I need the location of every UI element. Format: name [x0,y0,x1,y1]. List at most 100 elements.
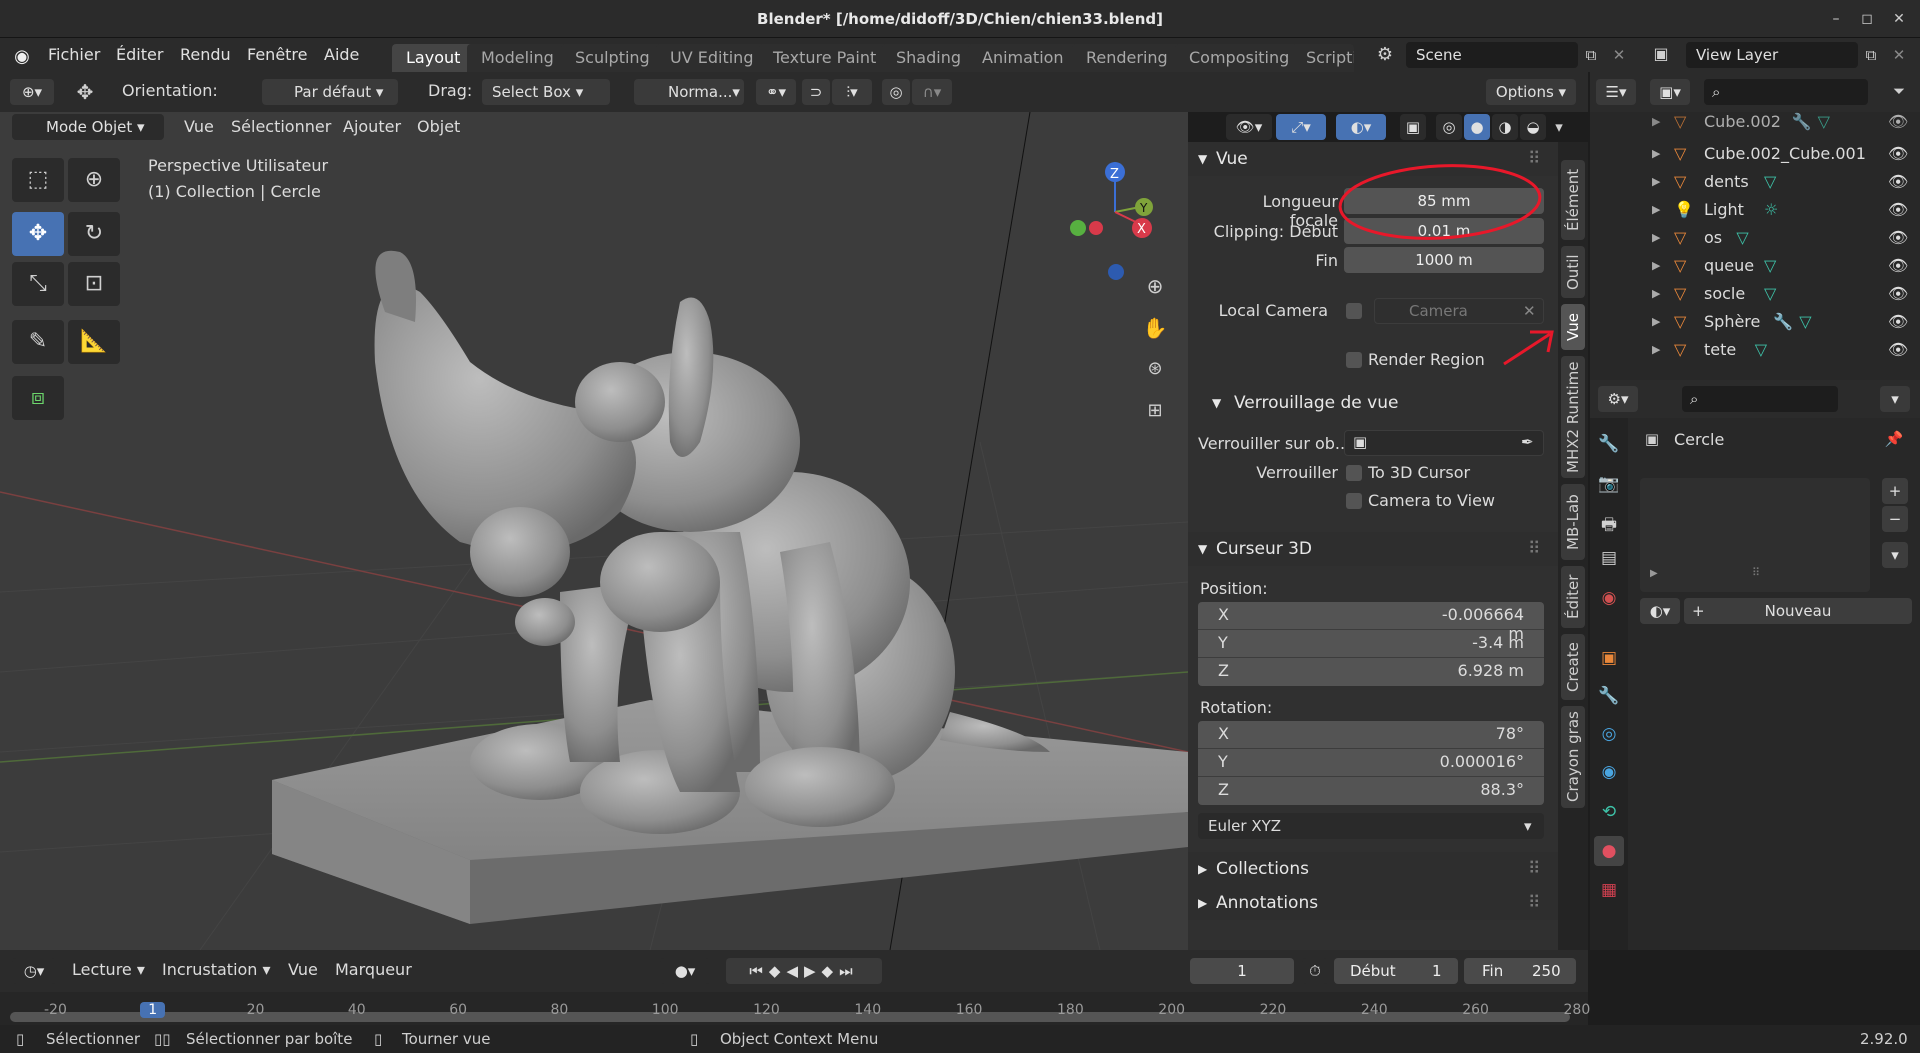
outliner-row[interactable]: ▶ 💡 Light ☼ 👁 [1590,196,1920,224]
tab-outil[interactable]: Outil [1561,246,1585,298]
minimize-button[interactable]: – [1825,8,1847,30]
slot-specials-button[interactable]: ▾ [1882,542,1908,568]
pin-icon[interactable]: 📌 [1884,430,1904,448]
render-region-checkbox[interactable] [1346,352,1362,368]
expand-icon[interactable]: ▶ [1652,308,1660,336]
select-box-tool-icon[interactable]: ⬚ [12,158,64,202]
outliner-row[interactable]: ▶ ▽ Cube.002_Cube.001 👁 [1590,140,1920,168]
remove-slot-button[interactable]: − [1882,506,1908,532]
tab-compositing[interactable]: Compositing [1175,44,1304,72]
menu-editer[interactable]: Éditer [116,38,163,72]
section-verrouillage-header[interactable]: ▼ Verrouillage de vue [1206,386,1558,420]
outliner-editor-type-button[interactable]: ☰▾ [1596,79,1636,105]
tab-element[interactable]: Élément [1561,160,1585,240]
tab-shading[interactable]: Shading [882,44,975,72]
section-collections-header[interactable]: ▶ Collections ⠿ [1188,852,1558,886]
outliner-row[interactable]: ▶ ▽ dents ▽ 👁 [1590,168,1920,196]
view-layer-properties-icon[interactable]: ▤ [1596,548,1622,568]
transform-tool-icon[interactable]: ⊡ [68,262,120,306]
shading-options-icon[interactable]: ▾ [1548,118,1570,136]
eyedropper-icon[interactable]: ✒ [1521,433,1534,451]
lock-object-field[interactable]: ▣ ✒ [1344,430,1544,456]
tab-modeling[interactable]: Modeling [467,44,568,72]
frame-rate-icon[interactable]: ⏱ [1302,958,1328,984]
transform-move-icon[interactable]: ✥ [70,80,100,104]
rendered-shading-icon[interactable]: ◒ [1520,114,1546,140]
clip-end-field[interactable]: 1000 m [1344,247,1544,273]
scene-properties-icon[interactable]: ◉ [1596,588,1622,608]
visibility-eye-icon[interactable]: 👁 [1888,196,1908,224]
texture-properties-icon[interactable]: ▦ [1596,880,1622,900]
orientation-dropdown[interactable]: Par défaut ▾ [262,79,398,105]
properties-editor-type-button[interactable]: ⚙▾ [1598,386,1638,412]
particles-properties-icon[interactable]: ◎ [1596,724,1622,744]
menu-marqueur[interactable]: Marqueur [335,960,412,979]
material-slot-list[interactable]: ▶ ⠿ [1640,478,1870,592]
expand-icon[interactable]: ▶ [1652,140,1660,168]
pivot-dropdown[interactable]: Norma...▾ [634,79,744,105]
mesh-data-icon[interactable]: ▽ [1736,224,1748,252]
mesh-data-icon[interactable]: ▽ [1755,336,1767,364]
menu-fenetre[interactable]: Fenêtre [247,38,308,72]
measure-tool-icon[interactable]: 📐 [68,320,120,364]
navigation-gizmo[interactable]: Z Y X [1060,152,1170,392]
menu-vue[interactable]: Vue [184,117,214,136]
pan-hand-icon[interactable]: ✋ [1140,316,1170,346]
physics-properties-icon[interactable]: ◉ [1596,762,1622,782]
expand-icon[interactable]: ▶ [1652,196,1660,224]
to-3d-cursor-checkbox[interactable] [1346,465,1362,481]
outliner-search-input[interactable]: ⌕ [1704,79,1868,105]
new-material-button[interactable]: + Nouveau [1684,598,1912,624]
render-properties-icon[interactable]: 📷 [1596,474,1622,494]
outliner-row[interactable]: ▶ ▽ os ▽ 👁 [1590,224,1920,252]
editor-type-button[interactable]: ⊕▾ [10,79,54,105]
gizmo-neg-z-icon[interactable] [1108,264,1124,280]
view-layer-icon[interactable]: ▣ [1646,44,1676,63]
expand-icon[interactable]: ▶ [1652,224,1660,252]
tab-editer[interactable]: Éditer [1561,566,1585,628]
visibility-eye-icon[interactable]: 👁 [1888,336,1908,364]
gizmo-neg-x-icon[interactable] [1089,221,1103,235]
menu-aide[interactable]: Aide [324,38,359,72]
snap-target-button[interactable]: ⫶▾ [832,79,872,105]
tab-create[interactable]: Create [1561,634,1585,700]
position-z-field[interactable]: 6.928 m [1428,661,1524,680]
mesh-data-icon[interactable]: ▽ [1764,168,1776,196]
light-data-icon[interactable]: ☼ [1764,196,1778,224]
modifier-icon[interactable]: 🔧 [1773,308,1793,336]
drag-dropdown[interactable]: Select Box ▾ [482,79,610,105]
rotation-mode-dropdown[interactable]: Euler XYZ ▾ [1198,813,1544,839]
timeline-editor-type-button[interactable]: ◷▾ [12,958,56,984]
tab-vue[interactable]: Vue [1561,304,1585,350]
duplicate-view-layer-icon[interactable]: ⧉ [1860,46,1882,64]
current-frame-field[interactable]: 1 [1190,958,1294,984]
modifier-icon[interactable]: 🔧 [1792,112,1812,136]
tab-texture-paint[interactable]: Texture Paint [759,44,891,72]
position-y-field[interactable]: -3.4 m [1428,633,1524,652]
tab-rendering[interactable]: Rendering [1072,44,1182,72]
falloff-icon[interactable]: ∩▾ [912,79,952,105]
xray-toggle-icon[interactable]: ▣ [1400,114,1426,140]
mesh-data-icon[interactable]: ▽ [1764,280,1776,308]
section-curseur-header[interactable]: ▼ Curseur 3D ⠿ [1188,532,1558,566]
menu-vue-timeline[interactable]: Vue [288,960,318,979]
rotation-y-field[interactable]: 0.000016° [1428,752,1524,771]
menu-fichier[interactable]: Fichier [48,38,100,72]
tab-sculpting[interactable]: Sculpting [561,44,664,72]
section-annotations-header[interactable]: ▶ Annotations ⠿ [1188,886,1558,920]
outliner-row[interactable]: ▶ ▽ Cube.002 🔧 ▽ 👁 [1590,112,1920,136]
visibility-eye-icon[interactable]: 👁 [1888,224,1908,252]
rotate-tool-icon[interactable]: ↻ [68,212,120,256]
camera-to-view-checkbox[interactable] [1346,493,1362,509]
output-properties-icon[interactable]: 🖶 [1596,512,1622,541]
gizmo-neg-y-icon[interactable] [1070,220,1086,236]
record-button[interactable]: ●▾ [660,958,710,984]
gizmo-toggle-icon[interactable]: ⤢▾ [1276,114,1326,140]
wireframe-shading-icon[interactable]: ◎ [1436,114,1462,140]
annotate-tool-icon[interactable]: ✎ [12,320,64,364]
menu-ajouter[interactable]: Ajouter [343,117,401,136]
move-tool-icon[interactable]: ✥ [12,212,64,256]
delete-scene-icon[interactable]: ✕ [1608,46,1630,64]
properties-search-input[interactable]: ⌕ [1682,386,1838,412]
start-frame-field[interactable]: Début 1 [1334,958,1458,984]
